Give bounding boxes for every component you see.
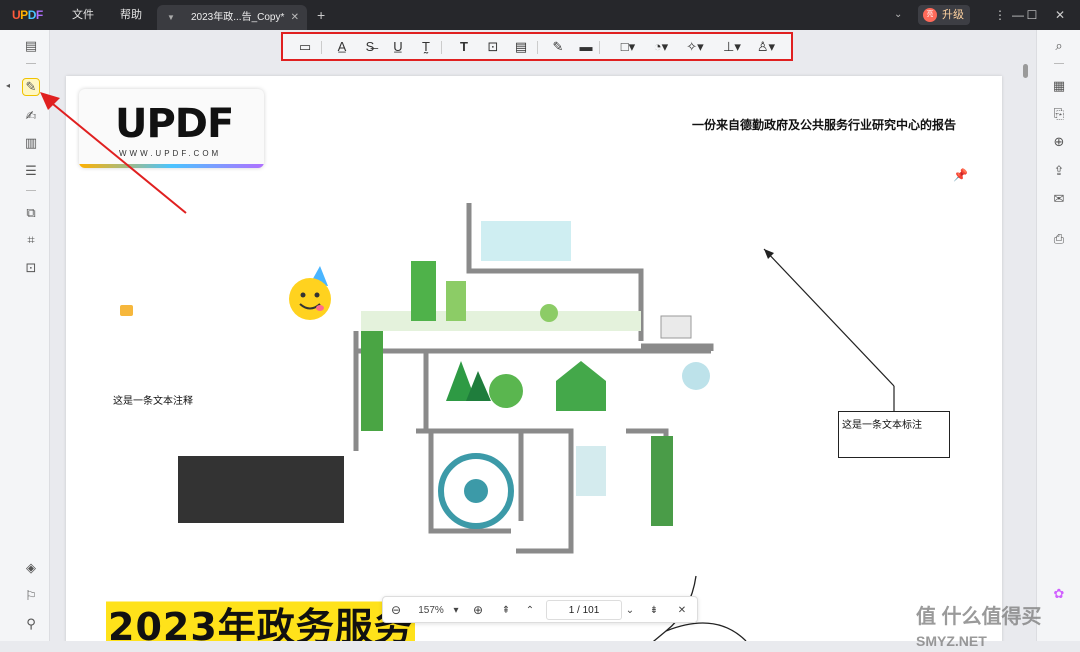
title-bar: UPDF 文件 帮助 ▼ 2023年政...告_Copy* ✕ + ⌄ 亮 升级… <box>0 0 1080 30</box>
pencil-icon[interactable]: ✎ <box>551 38 565 56</box>
convert-icon[interactable]: ⎘ <box>1051 106 1067 122</box>
rectangle-annotation[interactable] <box>178 456 344 523</box>
ai-assistant-icon[interactable]: ✿ <box>1051 586 1067 602</box>
divider <box>26 190 36 191</box>
highlight-icon[interactable]: A̲ <box>335 38 349 56</box>
vertical-scrollbar[interactable] <box>1023 64 1028 78</box>
comment-icon[interactable]: ▭ <box>298 38 312 56</box>
menu-file[interactable]: 文件 <box>72 0 94 30</box>
protect-icon[interactable]: ⊡ <box>23 260 39 276</box>
first-page-button[interactable]: ⇞ <box>499 597 513 624</box>
zoom-in-button[interactable]: ⊕ <box>471 597 485 624</box>
right-sidebar: ⌕ ▦ ⎘ ⊕ ⇪ ✉ ⎙ ✿ <box>1036 30 1080 641</box>
zoom-out-button[interactable]: ⊖ <box>389 597 403 624</box>
close-zoombar-button[interactable]: ✕ <box>675 597 689 624</box>
tab-close-icon[interactable]: ✕ <box>291 5 299 30</box>
bookmark-icon[interactable]: ⚐ <box>23 588 39 604</box>
strikethrough-icon[interactable]: S̶ <box>363 38 377 56</box>
avatar: 亮 <box>923 8 937 22</box>
sticker-icon[interactable]: ◔▾ <box>650 38 672 56</box>
text-comment[interactable]: 这是一条文本注释 <box>113 392 193 407</box>
menu-help[interactable]: 帮助 <box>120 0 142 30</box>
maximize-button[interactable]: ☐ <box>1017 0 1047 30</box>
next-page-button[interactable]: ⌄ <box>623 597 637 624</box>
crop-icon[interactable]: ⌗ <box>23 232 39 248</box>
zoom-dropdown-icon[interactable]: ▾ <box>451 597 461 624</box>
ocr-icon[interactable]: ▦ <box>1051 78 1067 94</box>
signature-icon[interactable]: ♙▾ <box>755 38 777 56</box>
tab-title: 2023年政...告_Copy* <box>191 12 285 23</box>
reader-mode-icon[interactable]: ▤ <box>23 38 39 54</box>
watermark: 值 什么值得买 SMYZ.NET <box>916 606 1042 649</box>
underline-icon[interactable]: U̲ <box>391 38 405 56</box>
new-tab-button[interactable]: + <box>317 0 325 30</box>
attachment-icon[interactable]: ⚲ <box>23 616 39 632</box>
page-number-input[interactable]: 1 / 101 <box>546 600 622 620</box>
pdf-page: UPDF WWW.UPDF.COM 一份来自德勤政府及公共服务行业研究中心的报告… <box>66 76 1002 641</box>
callout-arrow[interactable] <box>756 241 896 416</box>
upgrade-button[interactable]: 亮 升级 <box>918 5 970 25</box>
party-emoji-sticker[interactable] <box>288 266 334 322</box>
toolbar-divider <box>599 41 600 54</box>
stamp-icon[interactable]: ⊥▾ <box>721 38 743 56</box>
divider <box>26 63 36 64</box>
close-window-button[interactable]: ✕ <box>1045 0 1075 30</box>
textbox-icon[interactable]: ⊡ <box>486 38 500 56</box>
upgrade-label: 升级 <box>942 9 964 21</box>
pin-icon[interactable]: 📌 <box>953 168 968 182</box>
share-icon[interactable]: ⇪ <box>1051 163 1067 179</box>
save-icon[interactable]: ⎙ <box>1051 231 1067 247</box>
text-icon[interactable]: T <box>457 38 471 56</box>
sticky-note-icon[interactable] <box>120 305 133 316</box>
text-callout-icon[interactable]: ▤ <box>514 38 528 56</box>
city-illustration <box>353 203 714 554</box>
email-icon[interactable]: ✉ <box>1051 191 1067 207</box>
annotation-toolbar: ▭ A̲ S̶ U̲ T̰ T ⊡ ▤ ✎ ▬ □▾ ◔▾ ✧▾ ⊥▾ ♙▾ <box>281 32 793 61</box>
dropdown-icon[interactable]: ⌄ <box>894 0 902 30</box>
pin-icon[interactable]: ✧▾ <box>684 38 706 56</box>
previous-page-button[interactable]: ⌃ <box>523 597 537 624</box>
last-page-button[interactable]: ⇟ <box>647 597 661 624</box>
toolbar-divider <box>321 41 322 54</box>
document-canvas: UPDF WWW.UPDF.COM 一份来自德勤政府及公共服务行业研究中心的报告… <box>51 62 1036 641</box>
expand-icon[interactable]: ◂ <box>6 81 10 90</box>
layers-icon[interactable]: ◈ <box>23 560 39 576</box>
callout-text: 这是一条文本标注 <box>842 420 922 431</box>
tab-arrow-icon[interactable]: ▼ <box>167 5 175 30</box>
text-callout[interactable]: 这是一条文本标注 <box>838 411 950 458</box>
shape-icon[interactable]: □▾ <box>617 38 639 56</box>
zoom-navigation-bar: ⊖ 157% ▾ ⊕ ⇞ ⌃ 1 / 101 ⌄ ⇟ ✕ <box>382 596 698 623</box>
divider <box>1054 63 1064 64</box>
eraser-icon[interactable]: ▬ <box>579 38 593 56</box>
squiggly-icon[interactable]: T̰ <box>419 38 433 56</box>
app-logo: UPDF <box>12 8 43 22</box>
toolbar-divider <box>441 41 442 54</box>
protect-icon[interactable]: ⊕ <box>1051 134 1067 150</box>
document-tab[interactable]: ▼ 2023年政...告_Copy* ✕ <box>157 5 307 30</box>
document-title: 2023年政务服务 <box>106 596 415 641</box>
search-icon[interactable]: ⌕ <box>1051 38 1067 54</box>
page-header-text: 一份来自德勤政府及公共服务行业研究中心的报告 <box>692 118 957 132</box>
red-arrow-annotation <box>40 92 187 214</box>
toolbar-divider <box>537 41 538 54</box>
zoom-level[interactable]: 157% <box>413 597 449 624</box>
